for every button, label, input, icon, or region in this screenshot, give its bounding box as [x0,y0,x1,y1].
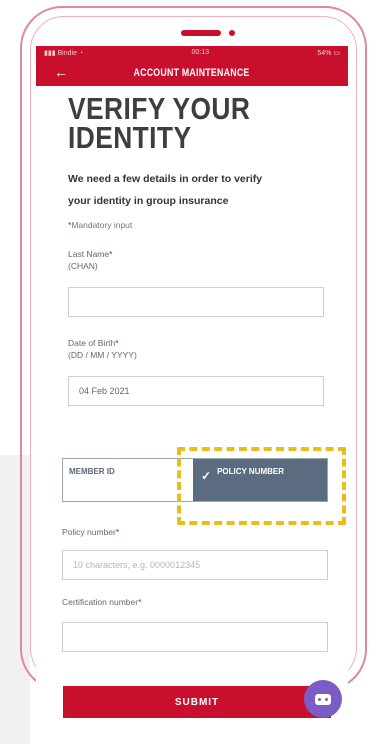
status-bar: ▮▮▮ Bindie ◔ 00:13 54% ▭ [36,46,348,59]
chat-button[interactable] [304,680,342,718]
dob-group: Date of Birth* (DD / MM / YYYY) 04 Feb 2… [68,337,348,406]
submit-button[interactable]: SUBMIT [63,686,331,718]
certification-number-group: Certification number* [62,596,328,652]
form-content: VERIFY YOUR IDENTITY We need a few detai… [36,91,348,406]
chat-bot-icon [315,693,331,705]
last-name-input[interactable] [68,287,324,317]
member-id-option[interactable]: MEMBER ID [63,459,193,501]
intro-text: We need a few details in order to verify… [68,173,263,207]
phone-speaker [181,30,221,36]
dob-input[interactable]: 04 Feb 2021 [68,376,324,406]
last-name-hint: (CHAN) [68,261,98,271]
dob-hint: (DD / MM / YYYY) [68,350,137,360]
app-header: ← ACCOUNT MAINTENANCE [36,59,348,86]
last-name-label: Last Name* [68,249,113,259]
header-title: ACCOUNT MAINTENANCE [133,66,251,79]
carrier-label: ▮▮▮ Bindie ◔ [44,49,84,57]
clock: 00:13 [191,49,210,56]
certification-number-input[interactable] [62,622,328,652]
dob-label: Date of Birth* [68,338,119,348]
policy-number-group: Policy number* 10 characters, e.g. 00000… [62,526,328,580]
highlight-annotation [177,447,346,525]
battery-indicator: 54% ▭ [317,49,340,57]
mandatory-note: *Mandatory input [68,220,133,230]
back-arrow-icon[interactable]: ← [54,64,68,80]
wifi-icon: ◔ [78,49,84,57]
app-screen: ▮▮▮ Bindie ◔ 00:13 54% ▭ ← ACCOUNT MAINT… [36,46,348,744]
phone-camera [229,30,235,36]
signal-icon: ▮▮▮ [44,49,56,57]
policy-number-label: Policy number* [62,527,120,537]
battery-icon: ▭ [333,49,340,57]
certification-number-label: Certification number* [62,597,142,607]
policy-number-input[interactable]: 10 characters, e.g. 0000012345 [62,550,328,580]
page-title: VERIFY YOUR IDENTITY [68,91,251,155]
last-name-group: Last Name* (CHAN) [68,248,348,317]
